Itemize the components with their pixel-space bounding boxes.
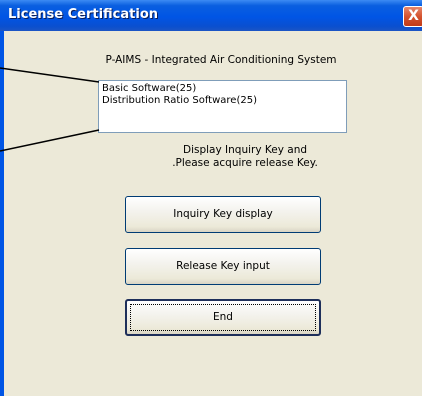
license-list-item[interactable]: Distribution Ratio Software(25) [102, 95, 343, 107]
focus-rectangle [130, 304, 316, 331]
license-certification-window: License Certification X P-AIMS - Integra… [0, 0, 422, 396]
instruction-line-1: Display Inquiry Key and [182, 144, 308, 156]
window-title: License Certification [8, 7, 159, 22]
instruction-line-2: .Please acquire release Key. [172, 157, 318, 169]
close-button[interactable]: X [403, 6, 422, 27]
close-icon: X [408, 8, 419, 24]
license-list-item[interactable]: Basic Software(25) [102, 83, 343, 95]
license-list[interactable]: Basic Software(25) Distribution Ratio So… [98, 80, 347, 133]
end-button[interactable]: End [125, 299, 321, 336]
title-bar[interactable]: License Certification X [0, 0, 422, 31]
application-title: P-AIMS - Integrated Air Conditioning Sys… [105, 54, 337, 66]
instruction-text: Display Inquiry Key and .Please acquire … [0, 144, 422, 170]
release-key-input-button[interactable]: Release Key input [125, 248, 321, 285]
inquiry-key-display-button[interactable]: Inquiry Key display [125, 196, 321, 233]
